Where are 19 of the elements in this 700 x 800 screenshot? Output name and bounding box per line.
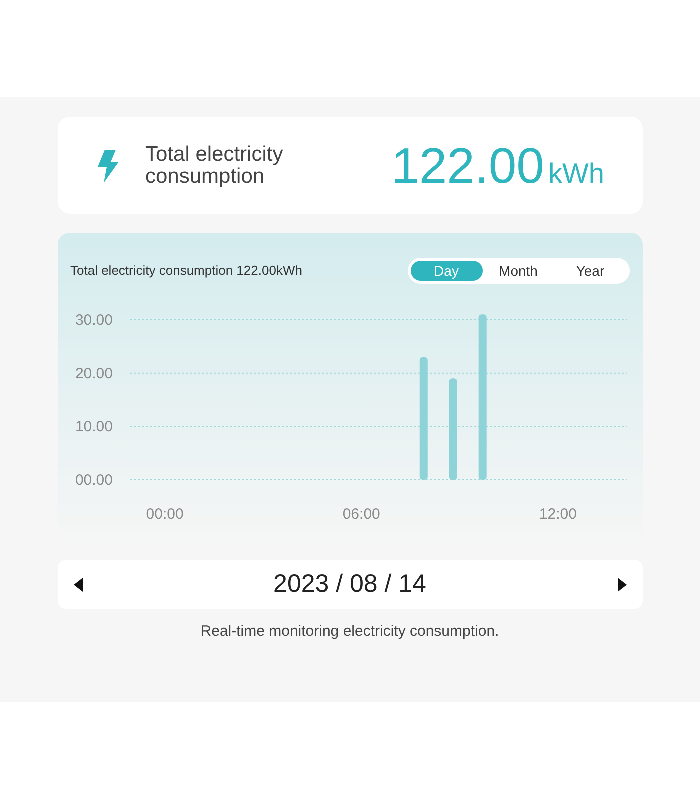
period-tab[interactable]: Year [554, 260, 626, 280]
x-axis-label: 06:00 [342, 506, 380, 523]
right-triangle-icon [618, 578, 626, 592]
caption: Real-time monitoring electricity consumption. [200, 622, 500, 642]
lightning-icon [96, 148, 120, 184]
consumption-value: 122.00 [392, 140, 544, 190]
previous-button[interactable] [74, 576, 86, 592]
y-axis-label: 30.00 [74, 312, 112, 329]
date-label: 2023 / 08 / 14 [274, 568, 426, 600]
x-axis-label: 00:00 [146, 506, 184, 523]
period-tab[interactable]: Month [482, 260, 554, 280]
left-triangle-icon [74, 578, 82, 592]
x-axis-label: 12:00 [538, 506, 576, 523]
chart-title: Total electricity consumption 122.00kWh [70, 262, 302, 280]
y-axis-label: 10.00 [74, 418, 112, 436]
y-axis-label: 20.00 [74, 365, 112, 382]
unit-label: kWh [548, 160, 604, 188]
summary-label: Total electricity consumption [146, 144, 284, 188]
y-axis-label: 00.00 [74, 472, 112, 489]
